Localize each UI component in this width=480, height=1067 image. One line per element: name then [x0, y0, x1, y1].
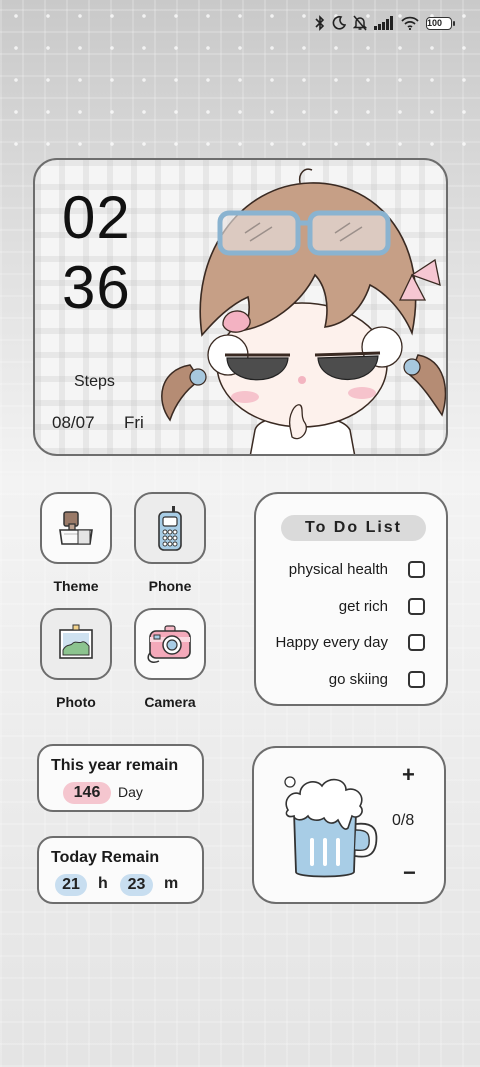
drink-counter-widget: + 0/8 − — [252, 746, 446, 904]
photo-app-icon[interactable] — [40, 608, 112, 680]
todo-item-text: physical health — [288, 561, 388, 578]
mobile-phone-icon — [158, 506, 182, 551]
todo-item[interactable]: physical health — [256, 558, 450, 582]
app-camera[interactable]: Camera — [134, 608, 206, 710]
moon-icon — [332, 16, 346, 30]
minutes-remaining-badge: 23 — [120, 874, 153, 896]
todo-item[interactable]: get rich — [256, 595, 450, 619]
theme-app-label[interactable]: Theme — [40, 578, 112, 594]
todo-checkbox[interactable] — [408, 561, 425, 578]
bluetooth-icon — [315, 15, 325, 31]
app-photo[interactable]: Photo — [40, 608, 112, 710]
todo-checkbox[interactable] — [408, 634, 425, 651]
status-bar: 100 — [315, 12, 455, 34]
camera-app-icon[interactable] — [134, 608, 206, 680]
days-unit: Day — [118, 784, 143, 800]
year-remain-title: This year remain — [51, 757, 179, 774]
photo-app-label[interactable]: Photo — [40, 694, 112, 710]
steps-label: Steps — [74, 373, 115, 390]
clock-hour: 02 — [62, 184, 131, 251]
phone-app-icon[interactable] — [134, 492, 206, 564]
scraper-brush-icon — [59, 511, 93, 545]
minutes-unit: m — [164, 875, 179, 892]
anime-girl-illustration — [161, 168, 446, 454]
todo-widget: To Do List physical health get rich Happ… — [254, 492, 448, 706]
todo-item[interactable]: Happy every day — [256, 631, 450, 655]
todo-checkbox[interactable] — [408, 671, 425, 688]
todo-checkbox[interactable] — [408, 598, 425, 615]
phone-app-label[interactable]: Phone — [134, 578, 206, 594]
date-label: 08/07 — [52, 413, 95, 432]
days-remaining-badge: 146 — [63, 782, 111, 804]
todo-item[interactable]: go skiing — [256, 668, 450, 692]
clock-widget[interactable]: 02 36 Steps 08/07 Fri — [33, 158, 448, 456]
increment-button[interactable]: + — [402, 762, 415, 788]
app-phone[interactable]: Phone — [134, 492, 206, 594]
drink-count: 0/8 — [392, 812, 415, 829]
today-remain-title: Today Remain — [51, 849, 160, 866]
signal-icon — [374, 16, 394, 30]
todo-item-text: get rich — [338, 598, 388, 615]
year-remain-widget[interactable]: This year remain 146 Day — [37, 744, 204, 812]
todo-item-text: go skiing — [328, 671, 388, 688]
weekday-label: Fri — [124, 413, 144, 432]
todo-title: To Do List — [281, 515, 426, 541]
battery-indicator: 100 — [426, 16, 455, 30]
wifi-icon — [401, 16, 419, 30]
mute-bell-icon — [353, 15, 367, 31]
hours-unit: h — [98, 875, 108, 892]
camera-app-label[interactable]: Camera — [134, 694, 206, 710]
app-theme[interactable]: Theme — [40, 492, 112, 594]
today-remain-widget[interactable]: Today Remain 21 h 23 m — [37, 836, 204, 904]
hours-remaining-badge: 21 — [55, 874, 87, 896]
todo-item-text: Happy every day — [275, 634, 388, 651]
clock-minute: 36 — [62, 254, 131, 321]
photo-frame-icon — [59, 624, 93, 659]
beer-mug-icon — [284, 776, 378, 878]
camera-icon — [147, 625, 191, 664]
decrement-button[interactable]: − — [403, 860, 416, 886]
theme-app-icon[interactable] — [40, 492, 112, 564]
